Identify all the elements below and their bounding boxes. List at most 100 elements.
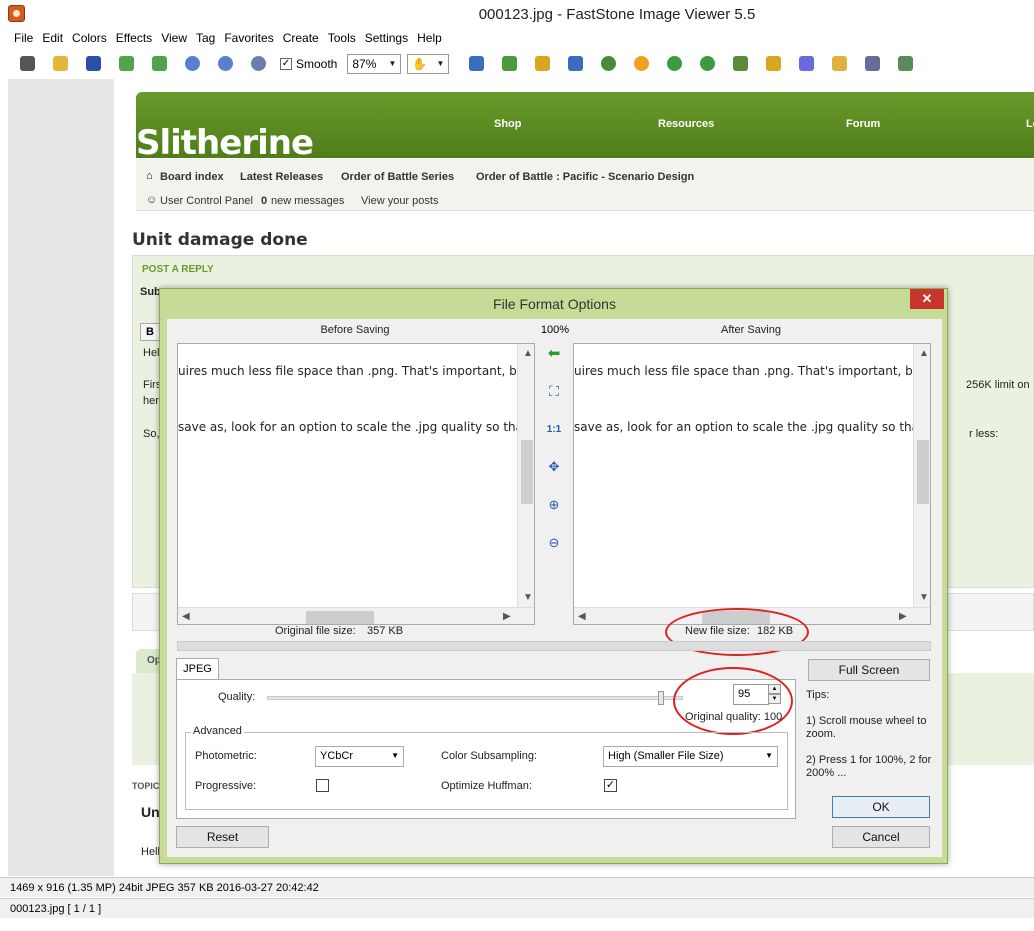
slider-thumb[interactable] <box>658 691 664 705</box>
preview-text-line: uires much less file space than .png. Th… <box>574 364 921 378</box>
crop-icon[interactable] <box>531 53 553 75</box>
original-size-label: Original file size: <box>275 625 356 637</box>
menu-settings[interactable]: Settings <box>365 31 408 45</box>
post-text-her: her <box>143 395 159 407</box>
scroll-down-icon[interactable]: ▼ <box>523 592 533 603</box>
scroll-up-icon[interactable]: ▲ <box>919 348 929 359</box>
menu-tag[interactable]: Tag <box>196 31 215 45</box>
post-text-limit: 256K limit on <box>966 379 1030 391</box>
cancel-button[interactable]: Cancel <box>832 826 930 848</box>
draw-icon[interactable] <box>795 53 817 75</box>
close-icon[interactable]: ✕ <box>910 289 944 309</box>
fit-window-icon[interactable] <box>247 53 269 75</box>
rotate-left-icon[interactable] <box>663 53 685 75</box>
compare-icon[interactable] <box>729 53 751 75</box>
splitter[interactable] <box>177 641 931 651</box>
menu-create[interactable]: Create <box>283 31 319 45</box>
after-preview[interactable]: uires much less file space than .png. Th… <box>573 343 931 625</box>
after-saving-label: After Saving <box>721 324 781 336</box>
horizontal-scrollbar[interactable]: ◀ ▶ <box>178 607 534 624</box>
settings-icon[interactable] <box>894 53 916 75</box>
before-preview[interactable]: uires much less file space than .png. Th… <box>177 343 535 625</box>
full-screen-button[interactable]: Full Screen <box>808 659 930 681</box>
stamp-icon[interactable] <box>597 53 619 75</box>
print-icon[interactable] <box>861 53 883 75</box>
fit-icon[interactable]: ⛶ <box>544 381 564 401</box>
previous-icon[interactable] <box>115 53 137 75</box>
email-icon[interactable] <box>828 53 850 75</box>
menu-tools[interactable]: Tools <box>328 31 356 45</box>
tip-2: 2) Press 1 for 100%, 2 for 200% ... <box>806 754 932 779</box>
scroll-right-icon[interactable]: ▶ <box>503 611 511 622</box>
brightness-icon[interactable] <box>630 53 652 75</box>
hand-icon: ✋ <box>412 56 428 71</box>
tips-title: Tips: <box>806 689 830 701</box>
vertical-scrollbar[interactable]: ▲ ▼ <box>517 344 534 607</box>
topic-text: Hell <box>141 846 160 858</box>
menu-file[interactable]: File <box>14 31 33 45</box>
sync-left-arrow-icon[interactable]: ⬅ <box>544 343 564 363</box>
nav-resources: Resources <box>658 118 715 130</box>
subject-label: Sub <box>140 286 161 298</box>
post-text-less: r less: <box>969 428 999 440</box>
photometric-select[interactable]: YCbCr ▼ <box>315 746 404 767</box>
wallpaper-icon[interactable] <box>762 53 784 75</box>
open-folder-icon[interactable] <box>49 53 71 75</box>
scroll-down-icon[interactable]: ▼ <box>919 592 929 603</box>
smooth-checkbox[interactable]: ✓ <box>280 57 292 70</box>
batch-convert-icon[interactable] <box>564 53 586 75</box>
status-bar-image-info: 1469 x 916 (1.35 MP) 24bit JPEG 357 KB 2… <box>0 877 1034 897</box>
progressive-checkbox[interactable] <box>316 779 329 792</box>
menu-colors[interactable]: Colors <box>72 31 107 45</box>
zoom-in-icon[interactable]: ⊕ <box>544 495 564 515</box>
menu-effects[interactable]: Effects <box>116 31 152 45</box>
file-format-options-dialog: File Format Options ✕ Before Saving uire… <box>159 288 948 864</box>
save-icon[interactable] <box>82 53 104 75</box>
site-logo: Slitherine <box>136 123 314 163</box>
ok-button[interactable]: OK <box>832 796 930 818</box>
scroll-left-icon[interactable]: ◀ <box>578 611 586 622</box>
menu-help[interactable]: Help <box>417 31 442 45</box>
scroll-right-icon[interactable]: ▶ <box>899 611 907 622</box>
jpeg-options-panel: Quality: 95 ▲ ▼ Original quality: 100 Ad… <box>176 667 796 819</box>
post-text-so: So, <box>143 428 160 440</box>
menu-favorites[interactable]: Favorites <box>224 31 273 45</box>
scroll-thumb[interactable] <box>306 611 374 624</box>
quality-slider[interactable] <box>267 691 683 705</box>
menu-view[interactable]: View <box>161 31 187 45</box>
zoom-out-icon[interactable]: ⊖ <box>544 533 564 553</box>
scroll-up-icon[interactable]: ▲ <box>523 348 533 359</box>
resize-icon[interactable] <box>498 53 520 75</box>
zoom-in-icon[interactable] <box>181 53 203 75</box>
slideshow-icon[interactable] <box>465 53 487 75</box>
preview-text-line: uires much less file space than .png. Th… <box>178 364 525 378</box>
huffman-checkbox[interactable]: ✓ <box>604 779 617 792</box>
ucp-messages: new messages <box>271 195 345 207</box>
tab-jpeg[interactable]: JPEG <box>176 658 219 680</box>
subsampling-label: Color Subsampling: <box>441 750 537 762</box>
post-text-hel: Hel <box>143 347 160 359</box>
topic-review-label: TOPIC <box>132 781 160 791</box>
camera-icon[interactable] <box>16 53 38 75</box>
user-icon: ☺ <box>146 194 158 206</box>
subsampling-select[interactable]: High (Smaller File Size) ▼ <box>603 746 778 767</box>
fit-screen-icon[interactable]: ✥ <box>544 457 564 477</box>
menu-edit[interactable]: Edit <box>42 31 63 45</box>
zoom-value: 87% <box>352 56 377 71</box>
ucp-view-posts: View your posts <box>361 195 439 207</box>
reset-button[interactable]: Reset <box>176 826 269 848</box>
rotate-right-icon[interactable] <box>696 53 718 75</box>
zoom-out-icon[interactable] <box>214 53 236 75</box>
vertical-scrollbar[interactable]: ▲ ▼ <box>913 344 930 607</box>
bottom-strip <box>0 919 1034 931</box>
zoom-combo[interactable]: 87% ▼ <box>347 53 402 74</box>
hand-tool-combo[interactable]: ✋ ▼ <box>407 53 450 74</box>
scroll-left-icon[interactable]: ◀ <box>182 611 190 622</box>
scroll-thumb[interactable] <box>917 440 929 504</box>
actual-size-icon[interactable]: 1:1 <box>544 419 564 439</box>
chevron-down-icon: ▼ <box>436 59 445 68</box>
scroll-thumb[interactable] <box>521 440 533 504</box>
ucp-link: User Control Panel <box>160 195 253 207</box>
next-icon[interactable] <box>148 53 170 75</box>
nav-login: Lo <box>1026 118 1034 130</box>
